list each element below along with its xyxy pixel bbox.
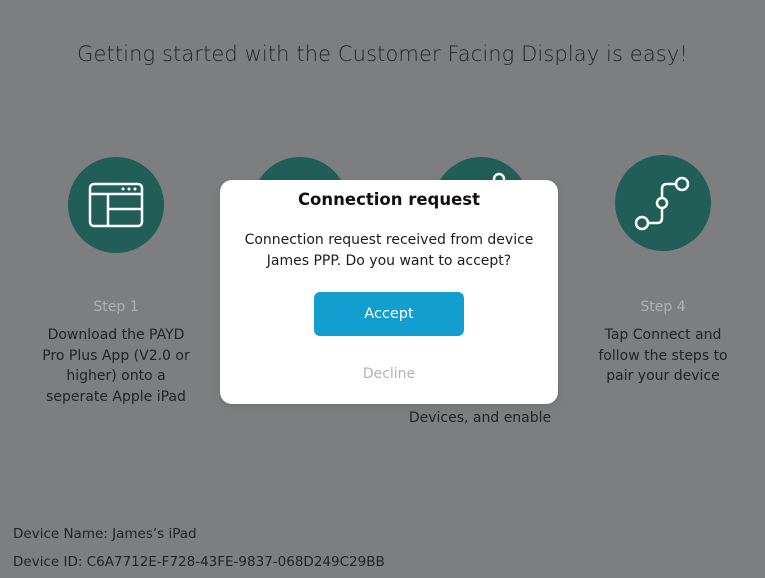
step-1-text: Download the PAYD Pro Plus App (V2.0 or …: [42, 327, 190, 405]
step-1-icon-circle: [68, 157, 164, 253]
dialog-title: Connection request: [297, 190, 481, 209]
getting-started-screen: Getting started with the Customer Facing…: [0, 0, 765, 578]
device-name-text: Device Name: James’s iPad: [13, 526, 197, 542]
page-headline: Getting started with the Customer Facing…: [77, 42, 688, 66]
step-3-text: Devices, and enable: [408, 410, 552, 426]
step-4-label: Step 4: [640, 299, 686, 315]
dialog-message: Connection request received from device …: [244, 232, 534, 269]
window-layout-icon: [88, 182, 144, 228]
step-1-label: Step 1: [93, 299, 139, 315]
decline-button[interactable]: Decline: [314, 360, 464, 388]
step-4-icon-circle: [615, 155, 711, 251]
connection-path-icon: [634, 176, 690, 231]
connection-request-dialog: Connection request Connection request re…: [220, 180, 558, 404]
accept-button[interactable]: Accept: [314, 292, 464, 336]
device-id-text: Device ID: C6A7712E-F728-43FE-9837-068D2…: [13, 554, 385, 570]
step-4-text: Tap Connect and follow the steps to pair…: [598, 327, 728, 384]
